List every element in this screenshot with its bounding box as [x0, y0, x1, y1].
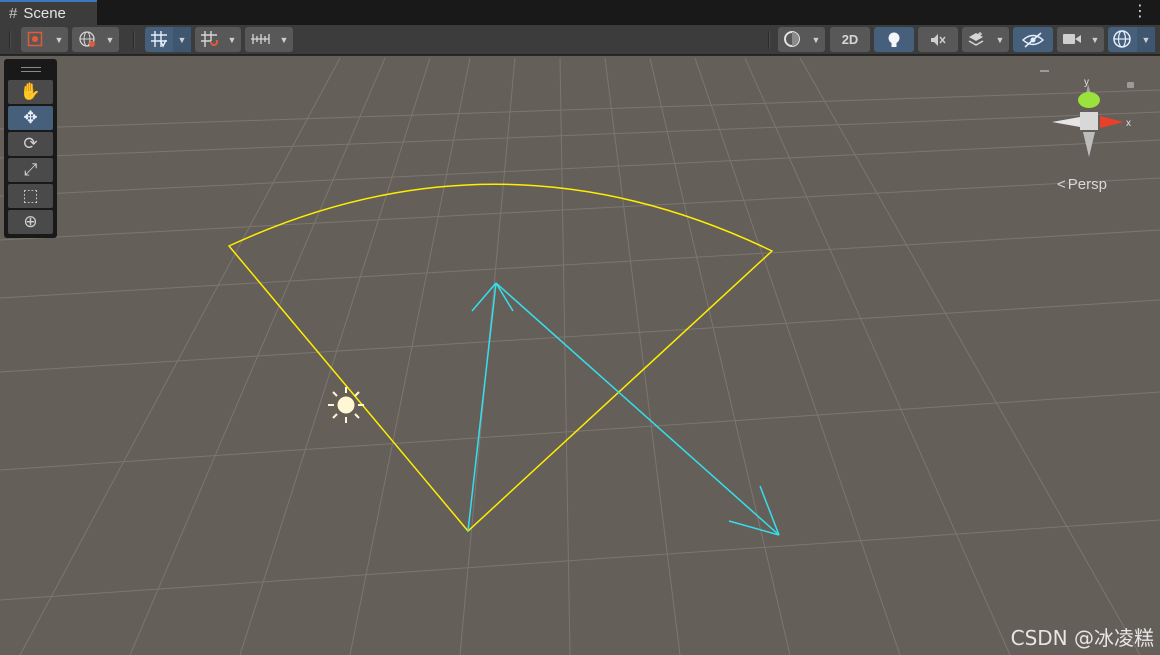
global-local-button[interactable]: ▼ — [72, 27, 119, 52]
2d-toggle-button[interactable]: 2D — [830, 27, 870, 52]
projection-toggle[interactable]: < Persp — [1057, 176, 1107, 193]
gizmo-x-cone[interactable] — [1100, 116, 1124, 128]
rect-tool[interactable]: ⬚ — [8, 184, 53, 208]
scene-grid-icon: # — [9, 5, 18, 22]
chevron-down-icon[interactable]: ▼ — [1137, 27, 1155, 52]
draw-mode-icon — [784, 31, 800, 47]
chevron-down-icon[interactable]: ▼ — [807, 27, 825, 52]
chevron-down-icon[interactable]: ▼ — [1086, 27, 1104, 52]
chevron-down-icon[interactable]: ▼ — [50, 27, 68, 52]
camera-icon — [1063, 34, 1081, 44]
lightbulb-icon — [888, 32, 900, 47]
lock-icon[interactable] — [1127, 82, 1134, 88]
scene-lighting-button[interactable] — [874, 27, 914, 52]
toolbar-separator — [9, 31, 11, 49]
scene-effects-button[interactable]: ▼ — [962, 27, 1009, 52]
rotate-tool[interactable]: ⟳ — [8, 132, 53, 156]
tab-title: Scene — [23, 5, 66, 22]
hand-icon: ✋ — [19, 82, 42, 101]
scene-visibility-icon — [1022, 31, 1044, 48]
chevron-down-icon[interactable]: ▼ — [223, 27, 241, 52]
scene-toolbar: ▼ ▼ ▼ ▼ ▼ ▼ 2D ▼ ▼ ▼ — [0, 25, 1160, 55]
chevron-down-icon[interactable]: ▼ — [101, 27, 119, 52]
light-fov-wedge — [227, 183, 774, 533]
gizmo-x-label: x — [1126, 118, 1131, 129]
render-mode-button[interactable]: ▼ — [778, 27, 825, 52]
gizmos-globe-icon — [1113, 30, 1131, 48]
more-options-icon[interactable]: ⋮ — [1132, 2, 1148, 22]
tab-scene[interactable]: # Scene — [0, 0, 97, 25]
shaded-mode-icon — [27, 31, 43, 47]
move-tool[interactable]: ✥ — [8, 106, 53, 130]
increment-snap-button[interactable]: ▼ — [195, 27, 241, 52]
sun-light-icon[interactable] — [328, 387, 364, 423]
tool-panel: ✋ ✥ ⟳ ⤢ ⬚ ⊕ — [4, 59, 57, 238]
scale-tool[interactable]: ⤢ — [8, 158, 53, 182]
scale-icon: ⤢ — [23, 160, 38, 179]
transform-tool[interactable]: ⊕ — [8, 210, 53, 234]
watermark: CSDN @冰凌糕 — [1010, 626, 1154, 650]
rect-transform-icon: ⬚ — [22, 186, 39, 205]
toolbar-separator — [768, 31, 770, 49]
ruler-button[interactable]: ▼ — [245, 27, 293, 52]
scene-visibility-button[interactable] — [1013, 27, 1053, 52]
scene-audio-button[interactable] — [918, 27, 958, 52]
chevron-down-icon[interactable]: ▼ — [275, 27, 293, 52]
scene-canvas[interactable] — [0, 56, 1160, 655]
grid-icon — [151, 31, 167, 48]
orientation-gizmo[interactable]: y x — [1040, 70, 1150, 170]
ruler-icon — [251, 34, 270, 44]
toolbar-separator — [133, 31, 135, 49]
move-arrows-icon: ✥ — [23, 108, 38, 127]
drag-handle-icon[interactable] — [21, 67, 41, 72]
chevron-down-icon[interactable]: ▼ — [173, 27, 191, 52]
globe-icon — [79, 31, 95, 47]
effects-layers-icon — [968, 32, 984, 46]
scene-viewport[interactable]: ✋ ✥ ⟳ ⤢ ⬚ ⊕ y x < Persp CSDN @冰凌糕 — [0, 56, 1160, 655]
camera-settings-button[interactable]: ▼ — [1057, 27, 1104, 52]
chevron-down-icon[interactable]: ▼ — [991, 27, 1009, 52]
tab-bar: # Scene ⋮ — [0, 0, 1160, 25]
perspective-icon: < — [1057, 176, 1066, 193]
gizmo-neg-x-cone[interactable] — [1052, 117, 1080, 127]
gizmo-neg-y-cone[interactable] — [1083, 132, 1095, 157]
rotate-icon: ⟳ — [23, 134, 38, 153]
projection-label: Persp — [1067, 176, 1107, 193]
ground-grid — [0, 57, 1160, 655]
gizmo-center-cube[interactable] — [1080, 112, 1098, 130]
gizmo-y-cone[interactable] — [1078, 92, 1100, 108]
grid-snap-button[interactable]: ▼ — [145, 27, 191, 52]
view-tool[interactable]: ✋ — [8, 80, 53, 104]
magnet-grid-icon — [201, 31, 218, 47]
transform-all-icon: ⊕ — [23, 212, 38, 231]
draw-mode-button[interactable]: ▼ — [21, 27, 68, 52]
audio-mute-icon — [931, 33, 946, 46]
gizmos-button[interactable]: ▼ — [1108, 27, 1155, 52]
